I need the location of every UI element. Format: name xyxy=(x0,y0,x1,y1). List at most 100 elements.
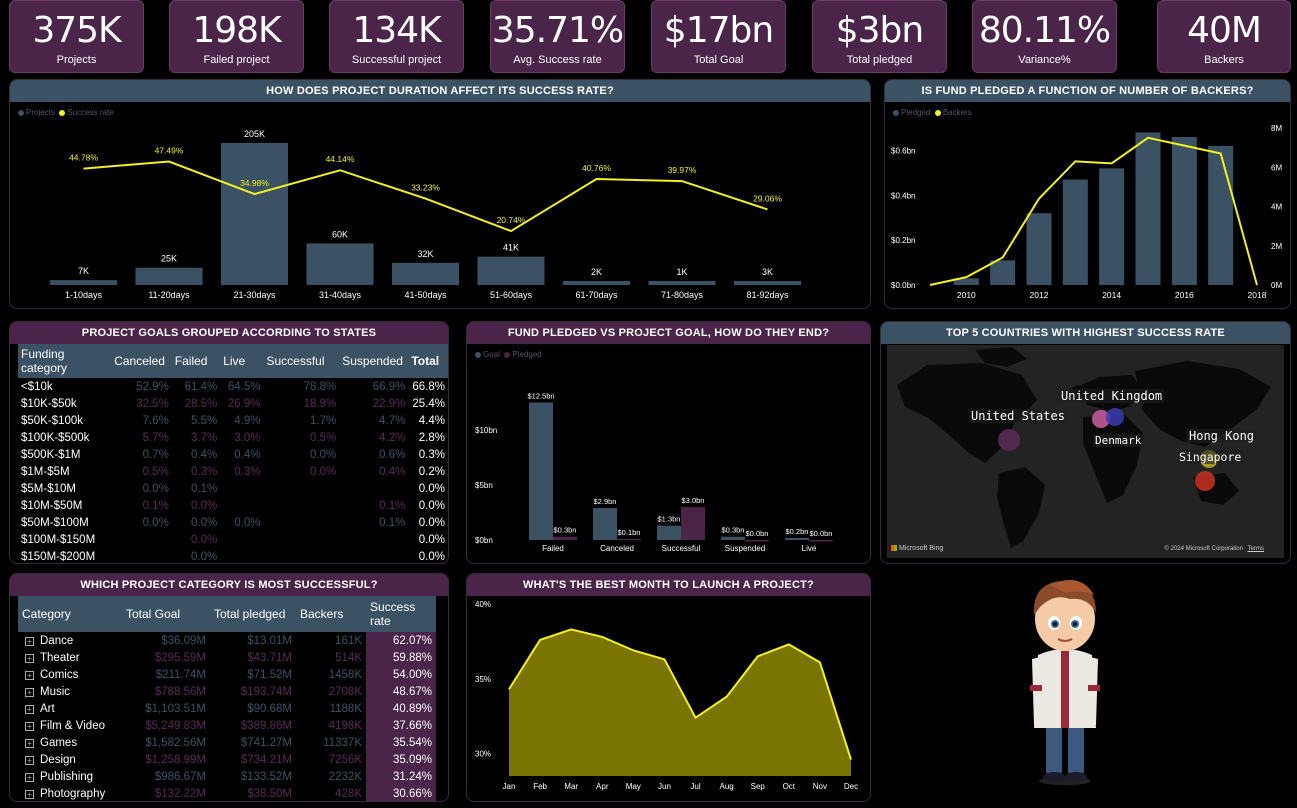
table-row[interactable]: $100K-$500k 5.7% 3.7% 3.0% 0.5% 4.2% 2.8% xyxy=(18,429,448,446)
table-row[interactable]: $500K-$1M 0.7% 0.4% 0.4% 0.0% 0.6% 0.3% xyxy=(18,446,448,463)
expand-icon[interactable]: + xyxy=(25,772,34,782)
bar-21-30days[interactable] xyxy=(221,143,288,285)
bar-51-60days[interactable] xyxy=(477,256,545,285)
terms-link[interactable]: Terms xyxy=(1248,546,1264,552)
column-header-total[interactable]: Total xyxy=(408,344,448,378)
expand-icon[interactable]: + xyxy=(25,721,34,731)
table-row[interactable]: <$10k 52.9% 61.4% 64.5% 78.8% 66.9% 66.8% xyxy=(18,378,448,395)
expand-icon[interactable]: + xyxy=(25,704,34,714)
kpi-value: 375K xyxy=(32,10,121,51)
success-rate-cell: 48.67% xyxy=(366,683,436,700)
bar-41-50days[interactable] xyxy=(392,262,459,285)
column-header-category[interactable]: Category xyxy=(18,596,122,632)
table-row[interactable]: + Games $1,582.56M $741.27M 11337K 35.54% xyxy=(18,734,436,751)
state-percent-cell: 4.4% xyxy=(418,414,445,427)
state-percent-cell xyxy=(220,531,263,548)
state-percent-cell: 0.0% xyxy=(142,482,169,495)
pledged-bar[interactable] xyxy=(1135,132,1161,285)
expand-icon[interactable]: + xyxy=(25,670,34,680)
funding-category-cell: $5M-$10M xyxy=(21,482,76,495)
goal-bar-successful[interactable] xyxy=(657,525,681,540)
state-percent-cell: 3.0% xyxy=(234,431,261,444)
pledged-bar-successful[interactable] xyxy=(681,507,705,540)
kpi-card-avg-success-rate: 35.71% Avg. Success rate xyxy=(490,0,625,73)
pledged-bar-suspended[interactable] xyxy=(745,540,769,542)
expand-icon[interactable]: + xyxy=(25,653,34,663)
bar-71-80days[interactable] xyxy=(648,281,716,285)
expand-icon[interactable]: + xyxy=(25,789,34,799)
bar-1-10days[interactable] xyxy=(50,280,117,285)
y-tick-label: $10bn xyxy=(475,426,497,435)
bar-11-20days[interactable] xyxy=(135,267,203,285)
table-row[interactable]: $10K-$50k 32.5% 28.5% 26.9% 18.9% 22.9% 25.4% xyxy=(18,395,448,412)
value-cell: $133.52M xyxy=(240,770,292,783)
state-percent-cell xyxy=(220,548,263,563)
table-row[interactable]: + Music $788.56M $193.74M 2708K 48.67% xyxy=(18,683,436,700)
table-row[interactable]: + Theater $295.59M $43.71M 514K 59.88% xyxy=(18,649,436,666)
column-header-failed[interactable]: Failed xyxy=(171,344,221,378)
table-row[interactable]: + Comics $211.74M $71.52M 1458K 54.00% xyxy=(18,666,436,683)
pledged-bar-live[interactable] xyxy=(809,540,833,542)
expand-icon[interactable]: + xyxy=(25,755,34,765)
pledged-bar-failed[interactable] xyxy=(553,536,577,540)
table-row[interactable]: $10M-$50M 0.1% 0.0% 0.1% 0.0% xyxy=(18,497,448,514)
goal-bar-live[interactable] xyxy=(785,537,809,540)
pledged-bar[interactable] xyxy=(1062,179,1088,285)
state-percent-cell: 0.0% xyxy=(310,448,337,461)
table-row[interactable]: + Design $1,258.99M $734.21M 7256K 35.09% xyxy=(18,751,436,768)
category-cell: + Comics xyxy=(18,666,122,683)
column-header-canceled[interactable]: Canceled xyxy=(111,344,172,378)
column-header-live[interactable]: Live xyxy=(220,344,264,378)
x-tick-label: 2016 xyxy=(1175,290,1194,300)
success-rate-cell: 59.88% xyxy=(366,649,436,666)
category-name: Film & Video xyxy=(40,719,105,732)
pledged-bar-canceled[interactable] xyxy=(617,538,641,541)
value-cell: $734.21M xyxy=(240,753,292,766)
column-header-successful[interactable]: Successful xyxy=(263,344,340,378)
table-row[interactable]: + Publishing $986.67M $133.52M 2232K 31.24% xyxy=(18,768,436,785)
table-row[interactable]: + Dance $36.09M $13.01M 161K 62.07% xyxy=(18,632,436,649)
table-row[interactable]: $50K-$100k 7.6% 5.5% 4.9% 1.7% 4.7% 4.4% xyxy=(18,412,448,429)
bar-label: 3K xyxy=(762,267,773,277)
expand-icon[interactable]: + xyxy=(25,687,34,697)
bar-61-70days[interactable] xyxy=(563,281,630,285)
category-table: Category Total Goal Total pledged Backers Su… xyxy=(18,596,436,801)
state-percent-cell xyxy=(220,480,263,497)
goal-bar-suspended[interactable] xyxy=(721,536,745,540)
pledged-bar[interactable] xyxy=(1026,213,1052,285)
x-tick-label: Live xyxy=(802,544,817,553)
table-row[interactable]: + Film & Video $5,249.83M $389.86M 4198K 37.6… xyxy=(18,717,436,734)
x-tick-label: Jan xyxy=(503,782,516,791)
expand-icon[interactable]: + xyxy=(25,636,34,646)
pledged-bar[interactable] xyxy=(1171,136,1197,285)
table-row[interactable]: $150M-$200M 0.0% 0.0% xyxy=(18,548,448,563)
table-row[interactable]: $100M-$150M 0.0% 0.0% xyxy=(18,531,448,548)
bar-31-40days[interactable] xyxy=(306,243,374,285)
column-header-total-pledged[interactable]: Total pledged xyxy=(210,596,296,632)
bubble-singapore[interactable] xyxy=(1195,471,1215,491)
value-cell: $71.52M xyxy=(247,668,292,681)
pledged-bar[interactable] xyxy=(1099,168,1125,285)
bubble-united-states[interactable] xyxy=(998,429,1020,451)
column-header-success-rate[interactable]: Success rate xyxy=(366,596,436,632)
x-tick-label: Oct xyxy=(783,782,796,791)
column-header-backers[interactable]: Backers xyxy=(296,596,366,632)
goal-bar-canceled[interactable] xyxy=(593,508,617,540)
table-row[interactable]: + Art $1,103.51M $90.68M 1188K 40.89% xyxy=(18,700,436,717)
goal-bar-failed[interactable] xyxy=(529,402,553,541)
column-header-suspended[interactable]: Suspended xyxy=(339,344,409,378)
expand-icon[interactable]: + xyxy=(25,738,34,748)
x-tick-label: 41-50days xyxy=(404,290,447,300)
state-percent-cell: 0.0% xyxy=(142,516,169,529)
table-row[interactable]: $1M-$5M 0.5% 0.3% 0.3% 0.0% 0.4% 0.2% xyxy=(18,463,448,480)
bubble-united-kingdom-2[interactable] xyxy=(1106,408,1124,426)
table-row[interactable]: + Photography $132.22M $38.50M 428K 30.66% xyxy=(18,785,436,801)
bar-81-92days[interactable] xyxy=(734,281,801,285)
pledged-bar[interactable] xyxy=(1208,145,1234,285)
column-header-funding-category[interactable]: Funding category xyxy=(18,344,112,378)
column-header-total-goal[interactable]: Total Goal xyxy=(122,596,210,632)
kpi-value: 40M xyxy=(1187,10,1262,51)
table-row[interactable]: $50M-$100M 0.0% 0.0% 0.0% 0.1% 0.0% xyxy=(18,514,448,531)
table-row[interactable]: $5M-$10M 0.0% 0.1% 0.0% xyxy=(18,480,448,497)
pledged-bar[interactable] xyxy=(990,260,1016,285)
